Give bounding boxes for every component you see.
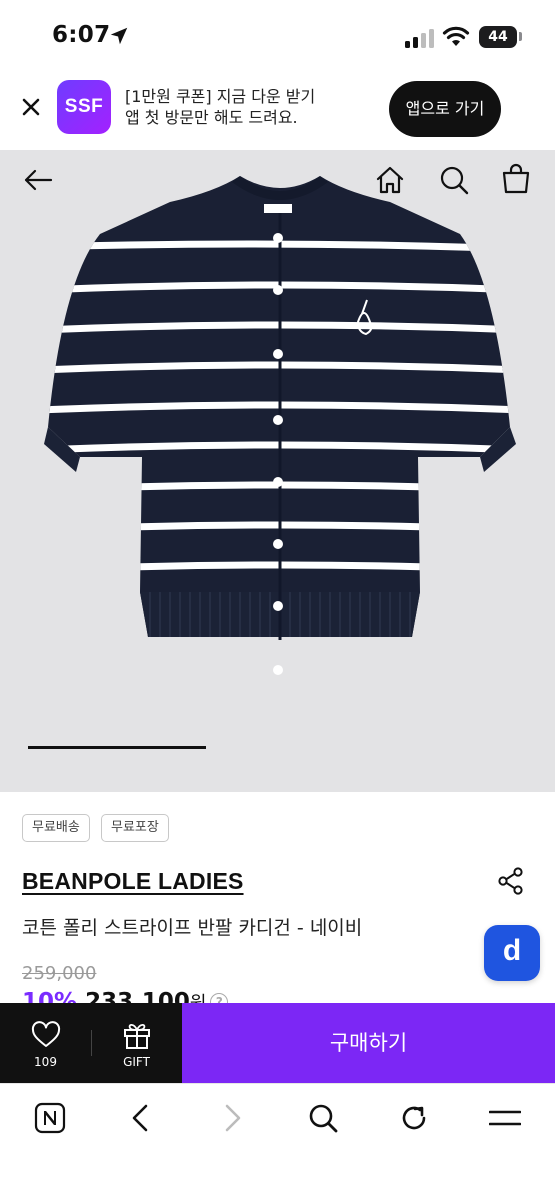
app-install-banner: SSF [1만원 쿠폰] 지금 다운 받기 앱 첫 방문만 해도 드려요. 앱으… (0, 72, 555, 150)
floating-d-button[interactable]: d (484, 925, 540, 981)
brand-name-link[interactable]: BEANPOLE LADIES (22, 868, 244, 895)
reload-icon[interactable] (398, 1102, 430, 1134)
close-icon[interactable] (20, 96, 42, 118)
original-price: 259,000 (22, 963, 97, 984)
purchase-bar: 109 GIFT 구매하기 (0, 1003, 555, 1083)
like-button[interactable]: 109 (0, 1003, 91, 1083)
back-icon[interactable] (125, 1102, 157, 1134)
carousel-progress-indicator (28, 746, 206, 749)
purchase-bar-left: 109 GIFT (0, 1003, 182, 1083)
product-image-carousel[interactable] (0, 150, 555, 792)
banner-message: [1만원 쿠폰] 지금 다운 받기 앱 첫 방문만 해도 드려요. (125, 86, 315, 128)
product-image-cardigan (44, 176, 516, 675)
browser-toolbar (0, 1083, 555, 1200)
heart-icon (31, 1021, 61, 1047)
product-name: 코튼 폴리 스트라이프 반팔 카디건 - 네이비 (22, 917, 363, 939)
share-icon[interactable] (496, 866, 526, 896)
cellular-signal-icon (405, 29, 434, 48)
tag-free-shipping: 무료배송 (22, 814, 90, 842)
open-app-button[interactable]: 앱으로 가기 (389, 81, 501, 137)
tag-free-gift-wrap: 무료포장 (101, 814, 169, 842)
gift-icon (124, 1023, 150, 1049)
gift-label: GIFT (123, 1055, 150, 1069)
forward-icon[interactable] (216, 1102, 248, 1134)
banner-message-line1: [1만원 쿠폰] 지금 다운 받기 (125, 87, 316, 106)
banner-message-line2: 앱 첫 방문만 해도 드려요. (125, 108, 298, 127)
battery-indicator: 44 (479, 26, 517, 48)
wifi-icon (442, 26, 470, 46)
product-info: 무료배송 무료포장 BEANPOLE LADIES 코튼 폴리 스트라이프 반팔… (0, 792, 555, 1007)
battery-cap (519, 32, 522, 41)
status-bar: 6:07 44 (0, 0, 555, 72)
buy-button[interactable]: 구매하기 (182, 1003, 555, 1083)
gift-button[interactable]: GIFT (91, 1003, 182, 1083)
menu-icon[interactable] (489, 1102, 521, 1134)
like-count: 109 (34, 1055, 57, 1069)
ssf-app-logo: SSF (57, 80, 111, 134)
search-icon[interactable] (307, 1102, 339, 1134)
location-arrow-icon (110, 27, 128, 45)
naver-icon[interactable] (34, 1102, 66, 1134)
status-time: 6:07 (52, 22, 111, 48)
